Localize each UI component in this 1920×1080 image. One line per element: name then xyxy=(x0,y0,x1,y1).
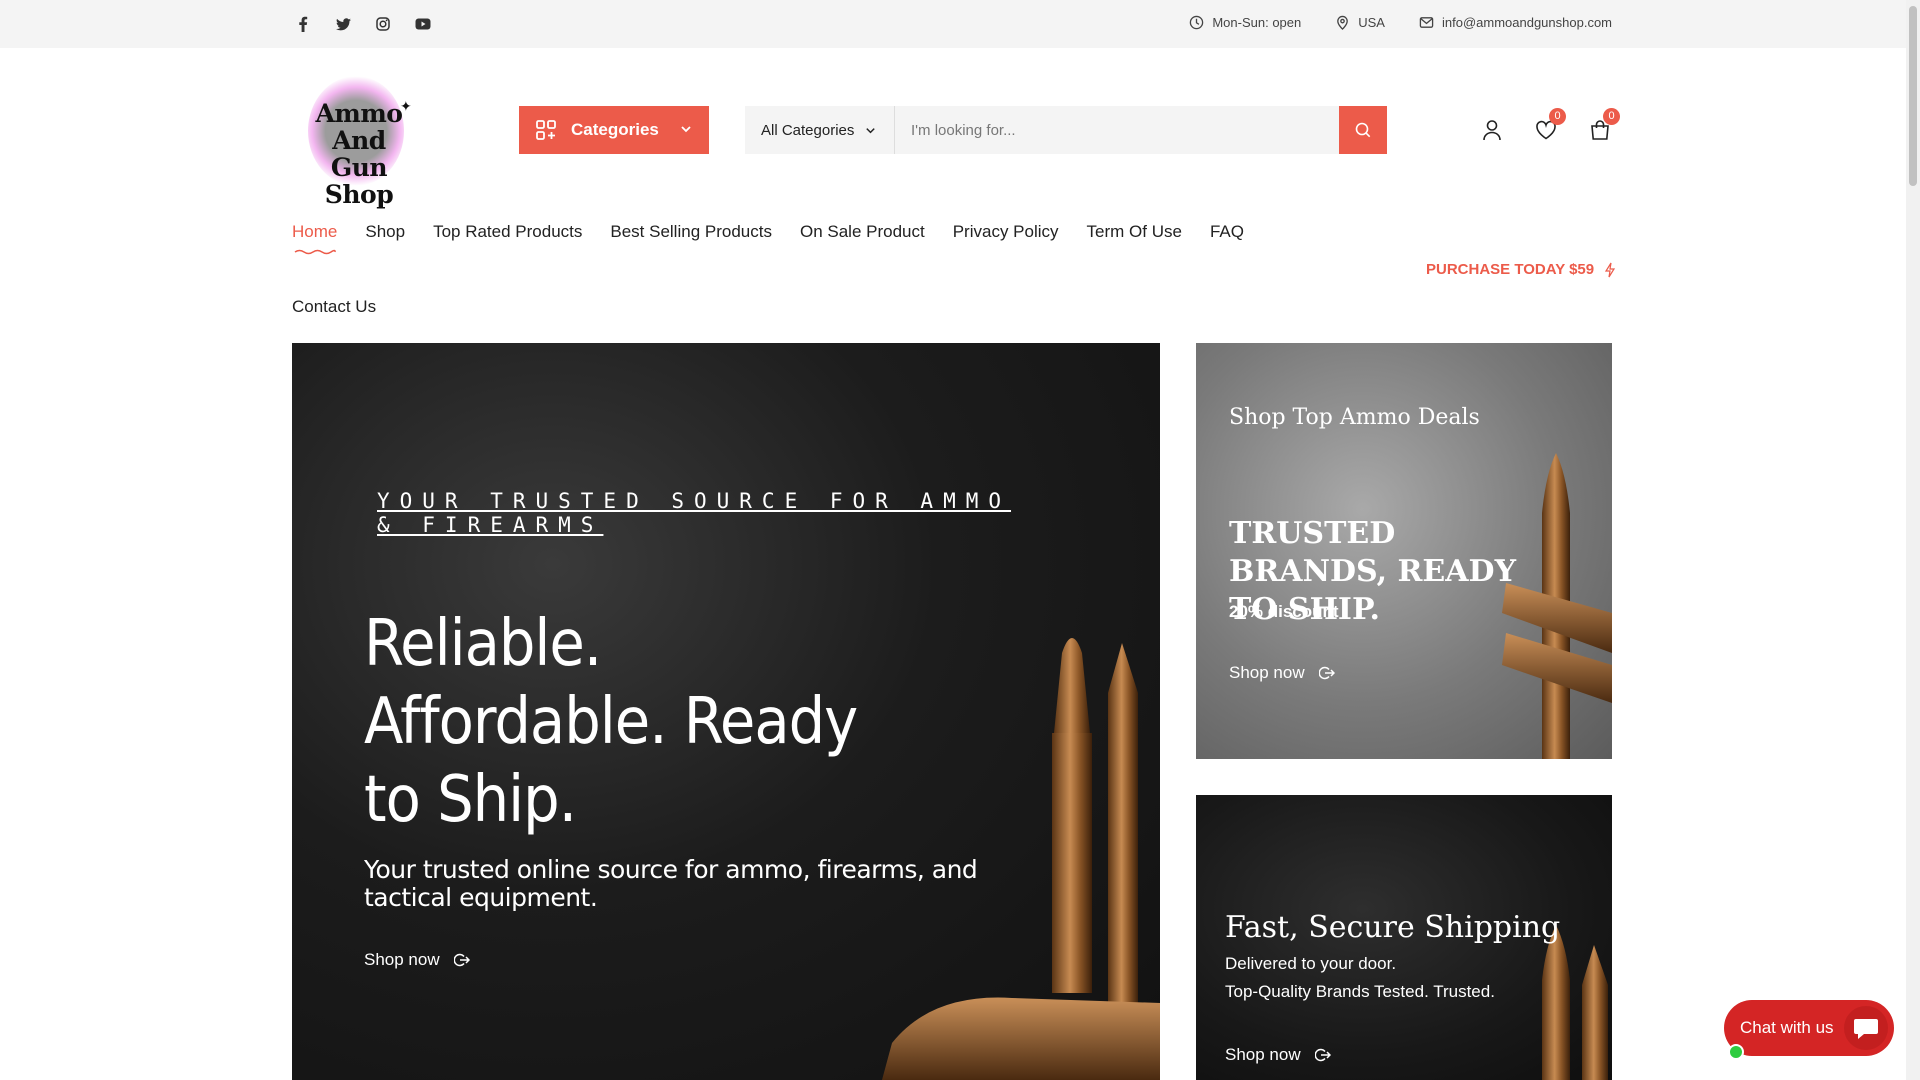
categories-label: Categories xyxy=(571,120,659,139)
opening-hours: Mon-Sun: open xyxy=(1189,15,1301,30)
search-bar: All Categories xyxy=(745,106,1387,154)
sparkle-icon: ✦ xyxy=(400,98,412,114)
promo-card-ammo-deals: Shop Top Ammo Deals TRUSTED BRANDS, READ… xyxy=(1196,343,1612,759)
promo-card-shipping: Fast, Secure Shipping Delivered to your … xyxy=(1196,795,1612,1080)
hero-headline-line-2: Affordable. Ready xyxy=(364,685,858,759)
hero-headline-line-3: to Ship. xyxy=(364,763,577,837)
twitter-icon[interactable] xyxy=(332,14,354,34)
chat-label: Chat with us xyxy=(1740,1018,1834,1037)
arrow-right-icon xyxy=(1314,1048,1331,1062)
grid-icon xyxy=(536,120,556,140)
nav-item-term-of-use[interactable]: Term Of Use xyxy=(1087,222,1182,242)
youtube-icon[interactable] xyxy=(412,14,434,34)
chevron-down-icon xyxy=(866,127,876,133)
email-text[interactable]: info@ammoandgunshop.com xyxy=(1442,15,1612,30)
page-scrollbar[interactable] xyxy=(1906,0,1920,1080)
card2-shop-now-label: Shop now xyxy=(1225,1045,1301,1064)
site-logo[interactable]: Ammo And Gun Shop ✦ xyxy=(292,72,422,208)
wishlist-count-badge: 0 xyxy=(1549,108,1566,125)
nav-item-best-selling-products[interactable]: Best Selling Products xyxy=(610,222,772,242)
card1-shop-now-label: Shop now xyxy=(1229,663,1305,682)
chat-bubble-icon xyxy=(1844,1006,1888,1050)
bullets-image xyxy=(882,638,1160,1080)
nav-item-top-rated-products[interactable]: Top Rated Products xyxy=(433,222,582,242)
search-button[interactable] xyxy=(1339,106,1387,154)
hero-banner: YOUR TRUSTED SOURCE FOR AMMO & FIREARMS … xyxy=(292,343,1160,1080)
online-status-dot xyxy=(1728,1044,1744,1060)
top-bar: Mon-Sun: open USA info@ammoandgunshop.co… xyxy=(0,0,1920,48)
user-icon xyxy=(1483,120,1501,141)
main-nav: Home Shop Top Rated Products Best Sellin… xyxy=(292,222,1244,242)
nav-item-shop[interactable]: Shop xyxy=(365,222,405,242)
hero-headline-line-1: Reliable. xyxy=(364,607,602,681)
contact-info: Mon-Sun: open USA info@ammoandgunshop.co… xyxy=(1189,15,1612,30)
wishlist-button[interactable]: 0 xyxy=(1532,108,1566,144)
nav-item-privacy-policy[interactable]: Privacy Policy xyxy=(953,222,1059,242)
location-text: USA xyxy=(1358,15,1385,30)
account-button[interactable] xyxy=(1478,116,1506,144)
hero-kicker: YOUR TRUSTED SOURCE FOR AMMO & FIREARMS xyxy=(377,489,1012,537)
card2-shop-now-link[interactable]: Shop now xyxy=(1225,1045,1331,1065)
promo-text: PURCHASE TODAY $59 xyxy=(1426,261,1595,278)
bullet-image xyxy=(1542,925,1608,1080)
card2-title: Fast, Secure Shipping xyxy=(1225,910,1561,945)
nav-item-home[interactable]: Home xyxy=(292,222,337,242)
logo-line-2: Gun Shop xyxy=(324,153,394,209)
header-actions: 0 0 xyxy=(1478,108,1620,144)
instagram-icon[interactable] xyxy=(372,14,394,34)
category-select-value: All Categories xyxy=(761,121,855,139)
hero-shop-now-link[interactable]: Shop now xyxy=(364,950,470,970)
search-input[interactable] xyxy=(895,106,1339,154)
hero-subtitle: Your trusted online source for ammo, fir… xyxy=(364,855,978,912)
nav-item-on-sale-product[interactable]: On Sale Product xyxy=(800,222,925,242)
nav-item-contact-us[interactable]: Contact Us xyxy=(292,297,376,317)
cart-count-badge: 0 xyxy=(1603,108,1620,125)
arrow-right-icon xyxy=(1318,666,1335,680)
facebook-icon[interactable] xyxy=(292,14,314,34)
card1-shop-now-link[interactable]: Shop now xyxy=(1229,663,1335,683)
map-pin-icon xyxy=(1337,15,1349,30)
logo-text: Ammo And Gun Shop xyxy=(294,100,424,208)
cart-button[interactable]: 0 xyxy=(1586,108,1620,144)
chat-widget-button[interactable]: Chat with us xyxy=(1724,1000,1894,1060)
card1-discount: 20% discount xyxy=(1229,602,1339,621)
search-icon xyxy=(1355,122,1371,138)
hero-headline: Reliable. Affordable. Ready to Ship. xyxy=(364,605,884,839)
nav-item-faq[interactable]: FAQ xyxy=(1210,222,1244,242)
logo-line-1: Ammo And xyxy=(315,99,403,155)
scrollbar-thumb[interactable] xyxy=(1909,6,1917,186)
category-select[interactable]: All Categories xyxy=(745,106,895,154)
social-links xyxy=(292,14,434,34)
card1-title: Shop Top Ammo Deals xyxy=(1229,405,1480,430)
purchase-promo[interactable]: PURCHASE TODAY $59 xyxy=(1426,261,1616,278)
chevron-down-icon xyxy=(681,126,691,133)
card2-line-2: Top-Quality Brands Tested. Trusted. xyxy=(1225,982,1495,1001)
card2-line-1: Delivered to your door. xyxy=(1225,954,1397,973)
mail-icon xyxy=(1419,17,1434,28)
email[interactable]: info@ammoandgunshop.com xyxy=(1419,15,1612,30)
hero-shop-now-label: Shop now xyxy=(364,950,440,969)
clock-icon xyxy=(1190,15,1204,30)
hours-text: Mon-Sun: open xyxy=(1212,15,1302,30)
active-underline-wave xyxy=(294,249,336,255)
arrow-right-icon xyxy=(453,953,470,967)
categories-button[interactable]: Categories xyxy=(519,106,709,154)
location: USA xyxy=(1335,15,1385,30)
lightning-icon xyxy=(1605,262,1616,277)
